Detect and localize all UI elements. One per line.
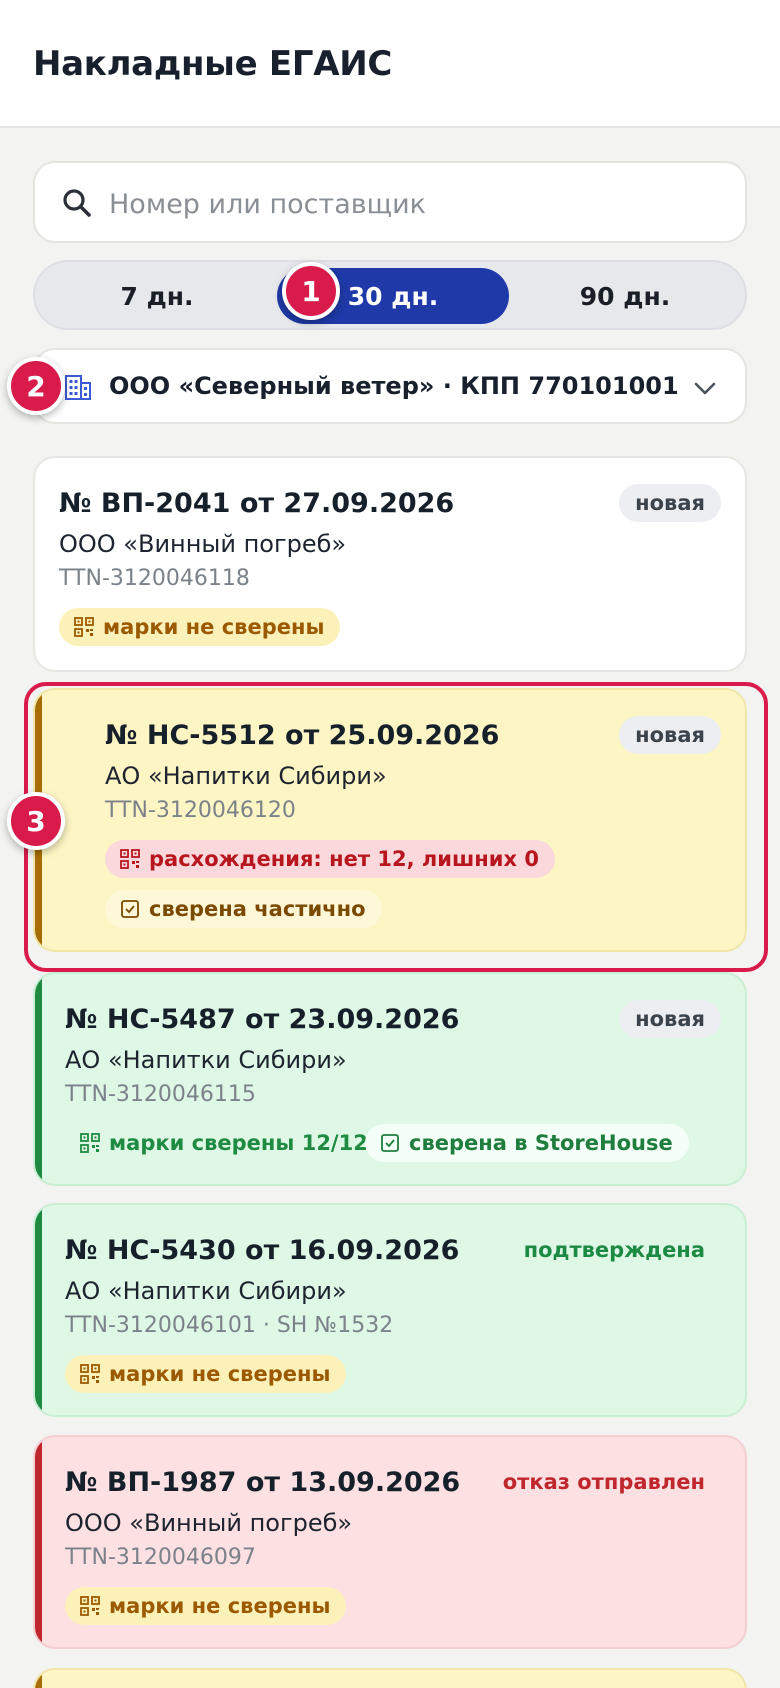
- checkbox-icon: [381, 1134, 399, 1152]
- discrepancy-chip: расхождения: нет 12, лишних 0: [105, 840, 555, 878]
- qr-icon: [80, 1364, 100, 1384]
- invoice-card[interactable]: № ВП-2041 от 27.09.2026 новая ООО «Винны…: [33, 456, 747, 672]
- chip-label: расхождения: нет 12, лишних 0: [149, 847, 539, 871]
- invoice-number: № НС-5430 от 16.09.2026: [65, 1235, 460, 1266]
- invoice-card[interactable]: № НС-5430 от 16.09.2026 подтверждена АО …: [33, 1203, 747, 1417]
- period-90-days[interactable]: 90 дн.: [509, 268, 741, 324]
- chip-label: марки не сверены: [103, 615, 325, 639]
- chip-label: сверена в StoreHouse: [409, 1131, 673, 1155]
- checkbox-icon: [121, 900, 139, 918]
- chip-label: марки сверены 12/12: [109, 1131, 368, 1155]
- invoice-ttn: TTN-3120046097: [65, 1545, 256, 1570]
- status-badge: новая: [619, 484, 721, 522]
- invoice-number: № НС-5512 от 25.09.2026: [105, 720, 500, 751]
- chip-label: марки не сверены: [109, 1362, 331, 1386]
- period-7-days[interactable]: 7 дн.: [41, 268, 273, 324]
- chip-label: марки не сверены: [109, 1594, 331, 1618]
- invoice-ttn: TTN-3120046101 · SH №1532: [65, 1313, 394, 1338]
- qr-icon: [74, 617, 94, 637]
- storehouse-chip: сверена в StoreHouse: [365, 1124, 689, 1162]
- status-badge: новая: [619, 716, 721, 754]
- marks-chip: марки не сверены: [59, 608, 341, 646]
- marks-chip: марки не сверены: [65, 1355, 347, 1393]
- search-placeholder: Номер или поставщик: [109, 189, 426, 220]
- invoice-number: № ВП-1987 от 13.09.2026: [65, 1467, 461, 1498]
- invoice-card[interactable]: № НС-5487 от 23.09.2026 новая АО «Напитк…: [33, 972, 747, 1186]
- card-accent-bar: [35, 1437, 42, 1647]
- chevron-down-icon: [694, 382, 716, 395]
- annotation-badge: 1: [282, 262, 340, 320]
- qr-icon: [80, 1133, 100, 1153]
- search-input[interactable]: Номер или поставщик: [33, 161, 747, 243]
- invoice-supplier: АО «Напитки Сибири»: [65, 1046, 347, 1074]
- status-badge: подтверждена: [523, 1238, 705, 1262]
- marks-chip: марки сверены 12/12: [65, 1124, 384, 1162]
- invoice-number: № ВП-2041 от 27.09.2026: [59, 488, 455, 519]
- invoice-card-partial[interactable]: [33, 1668, 747, 1688]
- invoice-supplier: ООО «Винный погреб»: [65, 1509, 353, 1537]
- annotation-badge: 2: [7, 357, 65, 415]
- invoice-card[interactable]: № ВП-1987 от 13.09.2026 отказ отправлен …: [33, 1435, 747, 1649]
- invoice-ttn: TTN-3120046120: [105, 798, 296, 823]
- invoice-card[interactable]: № НС-5512 от 25.09.2026 новая АО «Напитк…: [33, 688, 747, 952]
- organization-select[interactable]: ООО «Северный ветер» · КПП 770101001: [33, 348, 747, 424]
- chip-label: сверена частично: [149, 897, 366, 921]
- marks-chip: марки не сверены: [65, 1587, 347, 1625]
- app-header: Накладные ЕГАИС: [0, 0, 780, 128]
- search-icon: [63, 189, 91, 217]
- qr-icon: [80, 1596, 100, 1616]
- page-title: Накладные ЕГАИС: [33, 44, 393, 84]
- organization-label: ООО «Северный ветер» · КПП 770101001: [109, 372, 679, 400]
- building-icon: [65, 375, 91, 400]
- invoice-ttn: TTN-3120046115: [65, 1082, 256, 1107]
- period-selector: 7 дн. 30 дн. 90 дн.: [33, 260, 747, 330]
- invoice-supplier: ООО «Винный погреб»: [59, 530, 347, 558]
- qr-icon: [120, 849, 140, 869]
- card-accent-bar: [35, 1670, 42, 1688]
- annotation-badge: 3: [7, 792, 65, 850]
- card-accent-bar: [35, 974, 42, 1184]
- invoice-supplier: АО «Напитки Сибири»: [105, 762, 387, 790]
- invoice-supplier: АО «Напитки Сибири»: [65, 1277, 347, 1305]
- status-badge: новая: [619, 1000, 721, 1038]
- invoice-number: № НС-5487 от 23.09.2026: [65, 1004, 460, 1035]
- invoice-ttn: TTN-3120046118: [59, 566, 250, 591]
- reconcile-chip: сверена частично: [105, 890, 382, 928]
- status-badge: отказ отправлен: [502, 1470, 705, 1494]
- card-accent-bar: [35, 1205, 42, 1415]
